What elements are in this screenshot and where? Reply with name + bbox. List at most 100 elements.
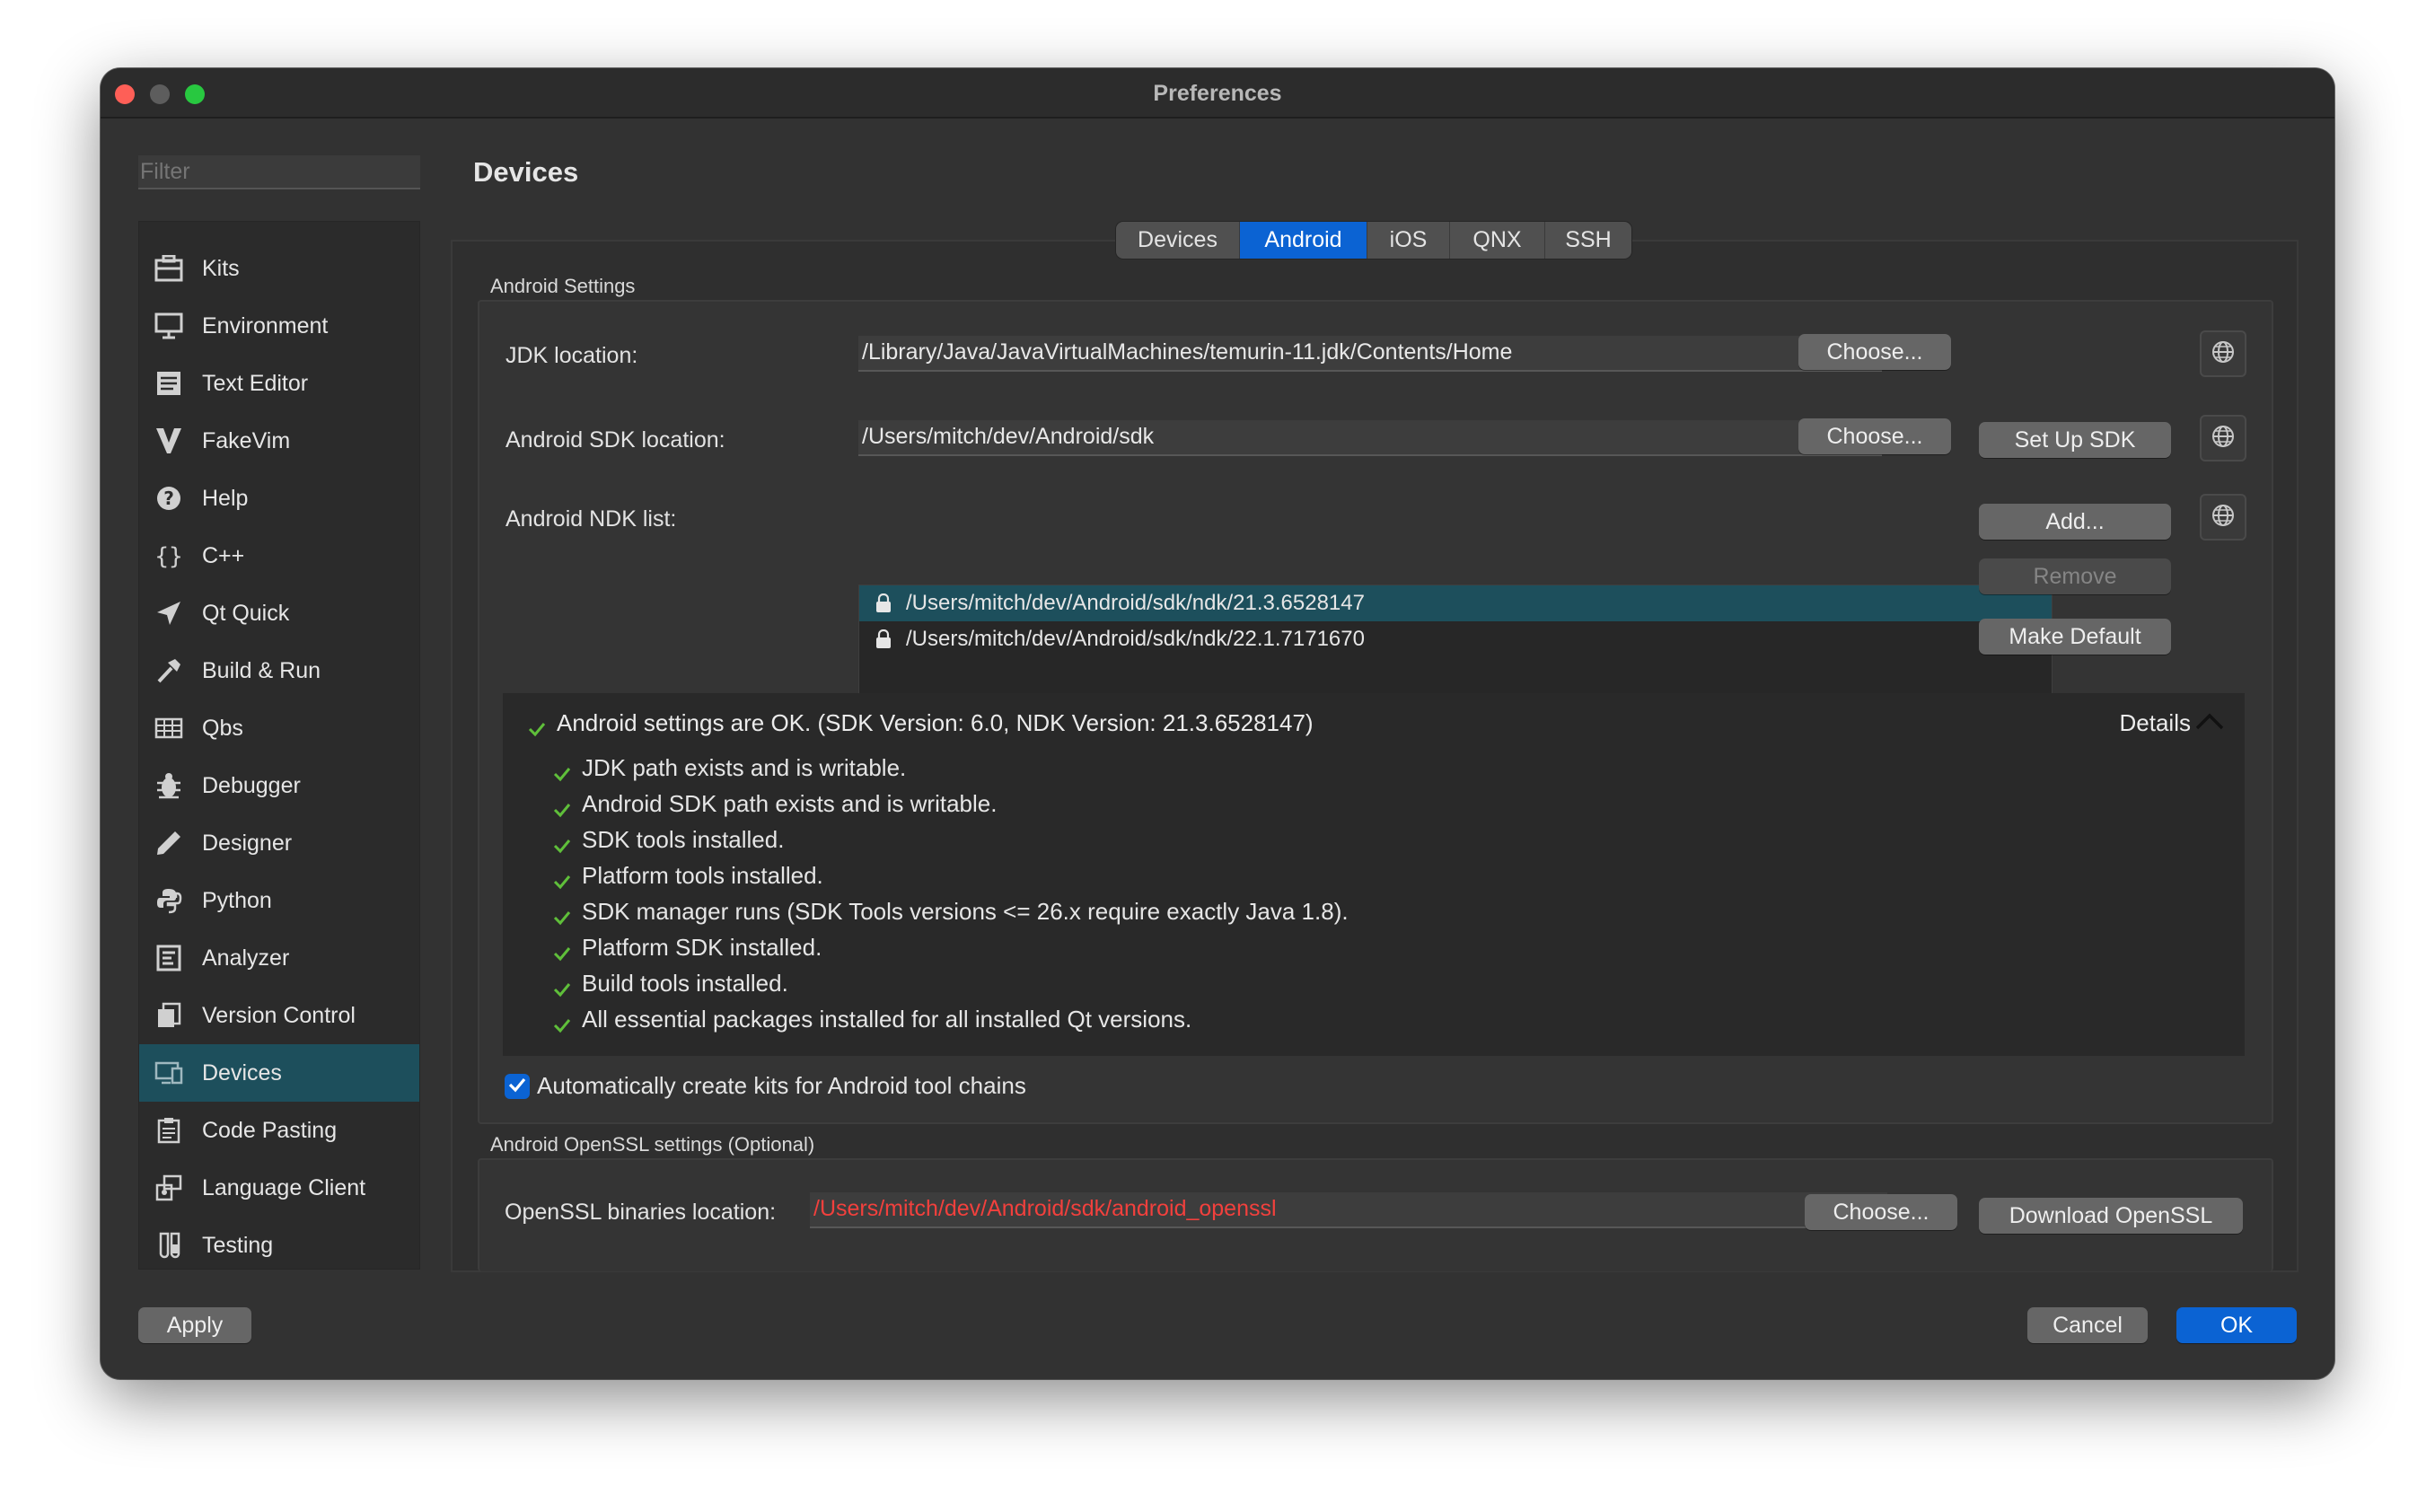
fakevim-icon [154, 426, 184, 456]
jdk-choose-button[interactable]: Choose... [1798, 334, 1951, 370]
auto-create-kits-label[interactable]: Automatically create kits for Android to… [537, 1072, 1026, 1100]
preferences-window: Preferences Kits Environment Text Editor… [101, 68, 2334, 1379]
tab-devices[interactable]: Devices [1116, 222, 1240, 259]
sidebar-item-language-client[interactable]: Language Client [139, 1159, 419, 1217]
sdk-choose-button[interactable]: Choose... [1798, 418, 1951, 454]
auto-create-kits-checkbox[interactable] [505, 1074, 530, 1099]
openssl-settings-title: Android OpenSSL settings (Optional) [490, 1133, 815, 1156]
sidebar-item-help[interactable]: ? Help [139, 470, 419, 527]
check-icon [553, 1012, 573, 1033]
ok-button[interactable]: OK [2176, 1307, 2297, 1343]
sidebar-item-version-control[interactable]: Version Control [139, 987, 419, 1044]
download-openssl-button[interactable]: Download OpenSSL [1979, 1198, 2243, 1234]
tab-android[interactable]: Android [1240, 222, 1367, 259]
status-item: Platform tools installed. [553, 862, 823, 890]
apply-button[interactable]: Apply [138, 1307, 251, 1343]
globe-icon [2211, 340, 2235, 368]
status-summary-text: Android settings are OK. (SDK Version: 6… [557, 709, 1314, 736]
check-icon [553, 904, 573, 925]
sidebar-item-code-pasting[interactable]: Code Pasting [139, 1102, 419, 1159]
status-item: SDK manager runs (SDK Tools versions <= … [553, 898, 1349, 926]
status-item: Build tools installed. [553, 970, 788, 998]
sidebar-item-label: Devices [202, 1059, 282, 1086]
tab-qnx[interactable]: QNX [1450, 222, 1545, 259]
sidebar-item-environment[interactable]: Environment [139, 297, 419, 355]
help-icon: ? [154, 483, 184, 514]
jdk-location-field[interactable]: /Library/Java/JavaVirtualMachines/temuri… [858, 336, 1882, 372]
add-ndk-button[interactable]: Add... [1979, 504, 2171, 540]
status-item-text: Platform tools installed. [582, 862, 823, 889]
page-title: Devices [473, 156, 579, 188]
sidebar-item-cpp[interactable]: {} C++ [139, 527, 419, 585]
version-control-icon [154, 1000, 184, 1031]
ndk-download-button[interactable] [2200, 494, 2246, 541]
device-tabs: Devices Android iOS QNX SSH [1116, 222, 1631, 259]
sidebar-item-text-editor[interactable]: Text Editor [139, 355, 419, 412]
set-up-sdk-button[interactable]: Set Up SDK [1979, 422, 2171, 458]
sidebar-item-label: Kits [202, 255, 240, 281]
filter-input[interactable] [138, 155, 420, 189]
svg-text:?: ? [163, 488, 174, 509]
sidebar-item-label: Version Control [202, 1002, 356, 1028]
clipboard-icon [154, 1115, 184, 1146]
check-icon [553, 976, 573, 997]
category-list: Kits Environment Text Editor FakeVim ? H… [138, 221, 420, 1270]
android-sdk-location-field[interactable]: /Users/mitch/dev/Android/sdk [858, 420, 1882, 456]
svg-text:{}: {} [154, 543, 182, 569]
status-summary: Android settings are OK. (SDK Version: 6… [528, 709, 1314, 737]
details-label: Details [2119, 709, 2191, 736]
status-item-text: Build tools installed. [582, 970, 788, 997]
braces-icon: {} [154, 541, 184, 571]
remove-ndk-button[interactable]: Remove [1979, 558, 2171, 594]
openssl-choose-button[interactable]: Choose... [1805, 1194, 1957, 1230]
sidebar-item-devices[interactable]: Devices [139, 1044, 419, 1102]
openssl-location-field[interactable]: /Users/mitch/dev/Android/sdk/android_ope… [810, 1192, 1887, 1228]
sidebar-item-qbs[interactable]: Qbs [139, 699, 419, 757]
sidebar-item-testing[interactable]: Testing [139, 1217, 419, 1274]
sidebar-item-analyzer[interactable]: Analyzer [139, 929, 419, 987]
sidebar-item-label: Analyzer [202, 945, 290, 971]
jdk-download-button[interactable] [2200, 330, 2246, 377]
sdk-download-button[interactable] [2200, 415, 2246, 462]
qbs-icon [154, 713, 184, 743]
kits-icon [154, 253, 184, 284]
sidebar-item-kits[interactable]: Kits [139, 240, 419, 297]
status-item-text: Android SDK path exists and is writable. [582, 790, 998, 817]
window-title: Preferences [1153, 81, 1282, 106]
tab-ssh[interactable]: SSH [1545, 222, 1631, 259]
sidebar-item-python[interactable]: Python [139, 872, 419, 929]
make-default-button[interactable]: Make Default [1979, 619, 2171, 655]
sidebar-item-label: Qt Quick [202, 600, 290, 626]
sidebar-item-label: Code Pasting [202, 1117, 338, 1143]
sidebar-item-build-run[interactable]: Build & Run [139, 642, 419, 699]
qt-quick-icon [154, 598, 184, 629]
jdk-location-label: JDK location: [505, 343, 638, 368]
python-icon [154, 885, 184, 916]
check-icon [528, 716, 548, 736]
lock-icon [875, 593, 892, 613]
sidebar-item-qt-quick[interactable]: Qt Quick [139, 585, 419, 642]
details-toggle[interactable]: Details [2120, 709, 2225, 737]
ndk-list-item[interactable]: /Users/mitch/dev/Android/sdk/ndk/21.3.65… [859, 585, 2052, 621]
android-settings-title: Android Settings [490, 275, 636, 297]
ndk-list-item[interactable]: /Users/mitch/dev/Android/sdk/ndk/22.1.71… [859, 621, 2052, 657]
check-icon [553, 760, 573, 781]
sidebar-item-debugger[interactable]: Debugger [139, 757, 419, 814]
status-item: Platform SDK installed. [553, 934, 822, 962]
checkmark-icon [508, 1077, 526, 1097]
sidebar-item-label: Language Client [202, 1174, 366, 1200]
ndk-path: /Users/mitch/dev/Android/sdk/ndk/22.1.71… [906, 627, 1365, 651]
cancel-button[interactable]: Cancel [2027, 1307, 2148, 1343]
language-client-icon [154, 1173, 184, 1203]
status-item-text: SDK tools installed. [582, 826, 785, 853]
sidebar-item-label: Text Editor [202, 370, 309, 396]
sidebar-item-label: C++ [202, 542, 245, 568]
sidebar-item-designer[interactable]: Designer [139, 814, 419, 872]
tab-ios[interactable]: iOS [1367, 222, 1450, 259]
hammer-icon [154, 655, 184, 686]
status-item-text: All essential packages installed for all… [582, 1006, 1192, 1033]
android-sdk-location-label: Android SDK location: [505, 427, 725, 453]
sidebar-item-fakevim[interactable]: FakeVim [139, 412, 419, 470]
sidebar-item-label: Build & Run [202, 657, 321, 683]
monitor-icon [154, 311, 184, 341]
